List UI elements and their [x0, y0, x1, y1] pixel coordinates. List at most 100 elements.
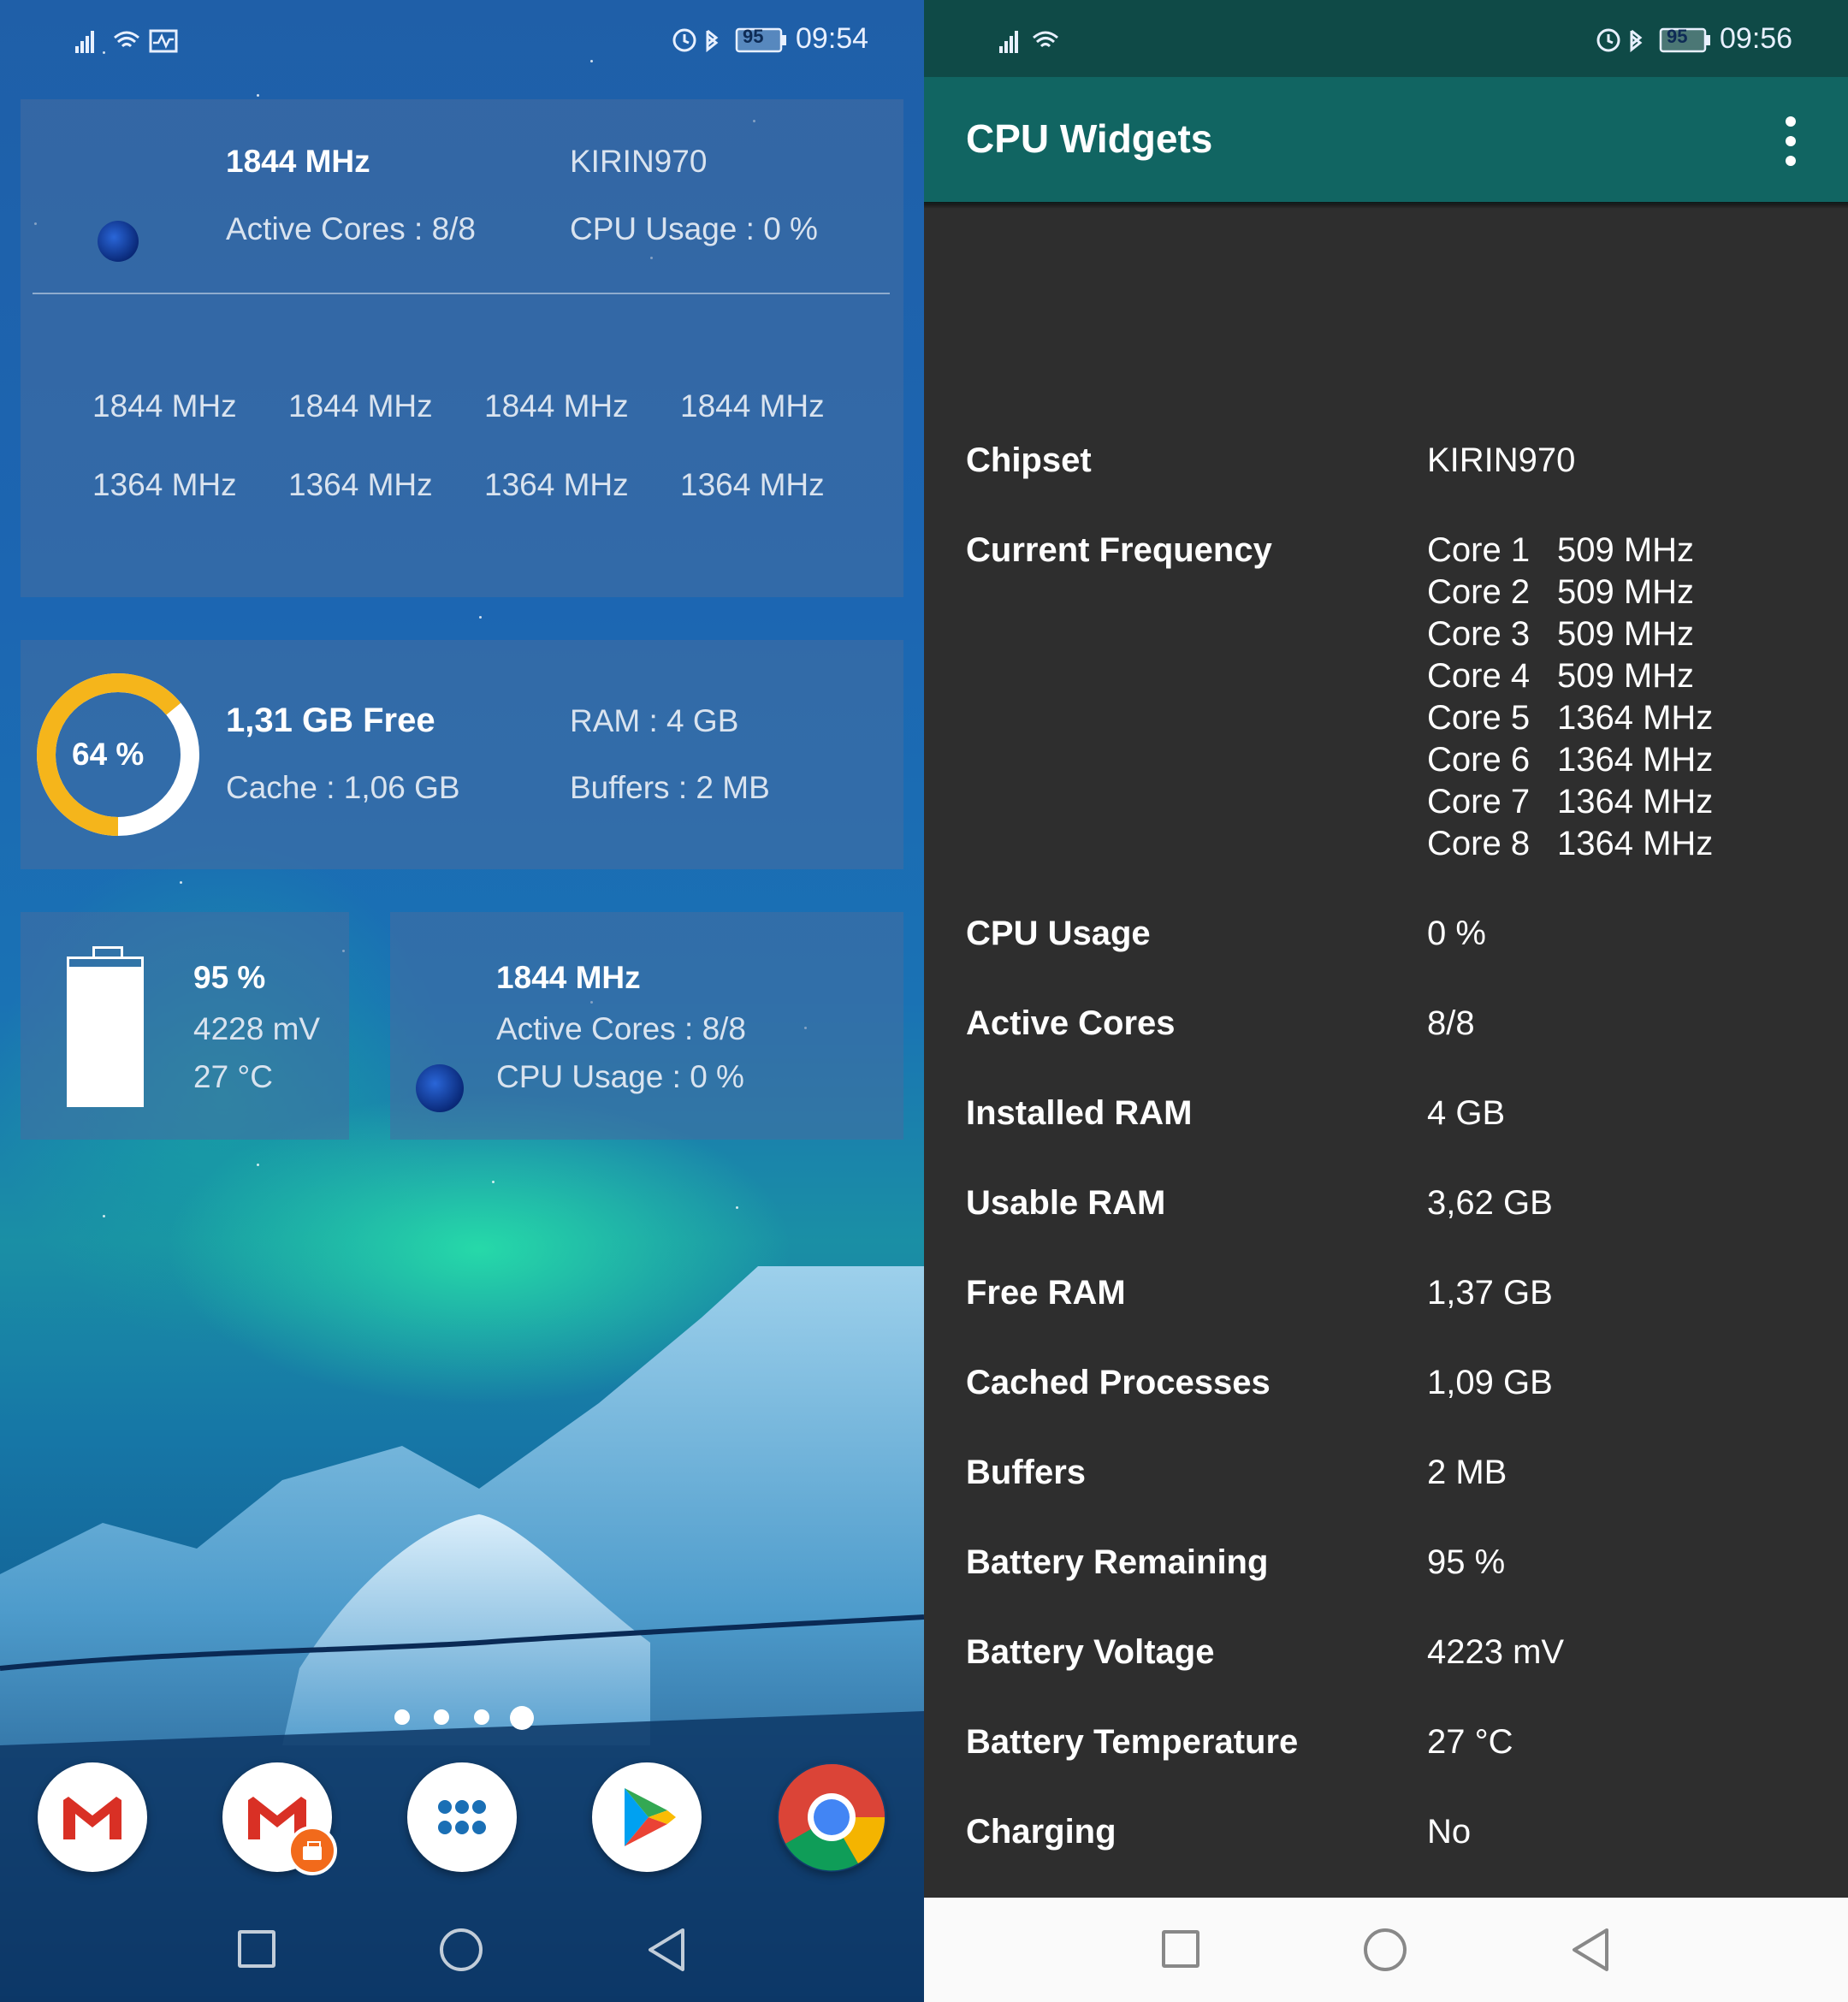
page-dot[interactable]	[394, 1709, 410, 1725]
ram-buffers: Buffers : 2 MB	[570, 770, 770, 805]
installed-ram-label: Installed RAM	[966, 1094, 1193, 1132]
page-dot[interactable]	[434, 1709, 449, 1725]
wifi-icon	[114, 31, 139, 48]
page-dot-active[interactable]	[510, 1706, 534, 1730]
core-name: Core 4	[1427, 657, 1531, 695]
core-freq: 1364 MHz	[680, 467, 825, 502]
ram-widget[interactable]: 64 % 1,31 GB Free RAM : 4 GB Cache : 1,0…	[21, 640, 903, 869]
play-store-icon[interactable]	[592, 1762, 702, 1872]
core-freq: 1364 MHz	[484, 467, 629, 502]
buffers-label: Buffers	[966, 1454, 1087, 1491]
active-cores: Active Cores : 8/8	[226, 211, 477, 246]
active-cores-label: Active Cores	[966, 1004, 1176, 1042]
status-icons-left	[75, 26, 178, 56]
chipset-name: KIRIN970	[570, 144, 708, 179]
free-ram-value: 1,37 GB	[1427, 1274, 1553, 1312]
battery-level-text: 95	[1667, 26, 1688, 47]
core-freq: 1364 MHz	[288, 467, 433, 502]
navigation-bar	[924, 1898, 1848, 2002]
home-button[interactable]	[440, 1928, 483, 1971]
cpu-usage-label: CPU Usage	[966, 915, 1151, 952]
app-bar-shadow	[924, 202, 1848, 209]
core-freq: 1844 MHz	[288, 388, 433, 424]
cpu-usage: CPU Usage : 0 %	[570, 211, 818, 246]
ram-total: RAM : 4 GB	[570, 703, 739, 738]
recents-button[interactable]	[1162, 1930, 1199, 1968]
app-drawer-icon[interactable]	[407, 1762, 517, 1872]
gmail-icon[interactable]	[38, 1762, 147, 1872]
cpu-widget[interactable]: 1844 MHz KIRIN970 Active Cores : 8/8 CPU…	[21, 99, 903, 597]
chrome-icon[interactable]	[777, 1762, 886, 1872]
cpu-usage: CPU Usage : 0 %	[496, 1059, 744, 1094]
status-time: 09:54	[796, 22, 869, 55]
chipset-value: KIRIN970	[1427, 441, 1576, 479]
active-cores-value: 8/8	[1427, 1004, 1475, 1042]
charging-label: Charging	[966, 1813, 1116, 1851]
core-freq: 509 MHz	[1557, 615, 1695, 653]
status-icons-right	[1596, 27, 1710, 53]
ram-cache: Cache : 1,06 GB	[226, 770, 460, 805]
cpu-usage-value: 0 %	[1427, 915, 1486, 952]
cached-processes-label: Cached Processes	[966, 1364, 1270, 1401]
home-screen: 95 09:54 1844 MHz KIRIN970 Active Cores …	[0, 0, 924, 2002]
widget-divider	[33, 293, 890, 294]
usable-ram-value: 3,62 GB	[1427, 1184, 1553, 1222]
status-icons-right	[670, 24, 790, 56]
recents-button[interactable]	[238, 1930, 275, 1968]
core-freq: 509 MHz	[1557, 573, 1695, 611]
battery-graphic	[67, 957, 144, 1107]
cpu-widgets-app: 95 09:56 CPU Widgets Chipset KIRIN970 Cu…	[924, 0, 1848, 2002]
core-freq: 1364 MHz	[1557, 741, 1714, 779]
core-freq: 1844 MHz	[92, 388, 237, 424]
signal-icon	[999, 31, 1018, 53]
free-ram-label: Free RAM	[966, 1274, 1126, 1312]
core-name: Core 6	[1427, 741, 1531, 779]
battery-temperature-value: 27 °C	[1427, 1723, 1513, 1761]
battery-temperature: 27 °C	[193, 1059, 273, 1094]
core-freq: 1364 MHz	[1557, 783, 1714, 820]
ram-percent: 64 %	[72, 737, 145, 772]
app-title: CPU Widgets	[966, 116, 1213, 161]
bluetoothicon	[706, 29, 719, 53]
briefcase-badge-icon	[287, 1826, 337, 1875]
core-name: Core 1	[1427, 531, 1531, 569]
battery-widget[interactable]: 95 % 4228 mV 27 °C	[21, 912, 349, 1140]
cpu-status-dot	[416, 1064, 464, 1112]
battery-voltage-label: Battery Voltage	[966, 1633, 1215, 1671]
back-button[interactable]	[645, 1927, 688, 1973]
home-button[interactable]	[1364, 1928, 1407, 1971]
core-freq: 509 MHz	[1557, 531, 1695, 569]
cpu-status-dot	[98, 221, 139, 262]
battery-percent: 95 %	[193, 960, 266, 995]
core-freq: 1844 MHz	[680, 388, 825, 424]
core-name: Core 3	[1427, 615, 1531, 653]
wifi-icon	[1033, 31, 1058, 48]
core-freq: 1364 MHz	[1557, 699, 1714, 737]
battery-level-text: 95	[743, 26, 764, 47]
page-dot[interactable]	[474, 1709, 489, 1725]
core-freq: 1364 MHz	[1557, 825, 1714, 862]
core-name: Core 8	[1427, 825, 1531, 862]
current-frequency-label: Current Frequency	[966, 531, 1272, 569]
charging-value: No	[1427, 1813, 1472, 1851]
cached-processes-value: 1,09 GB	[1427, 1364, 1553, 1401]
active-cores: Active Cores : 8/8	[496, 1011, 747, 1046]
chipset-label: Chipset	[966, 441, 1092, 479]
cpu-mini-widget[interactable]: 1844 MHz Active Cores : 8/8 CPU Usage : …	[390, 912, 903, 1140]
cpu-freq: 1844 MHz	[226, 144, 370, 179]
core-freq: 509 MHz	[1557, 657, 1695, 695]
buffers-value: 2 MB	[1427, 1454, 1507, 1491]
core-name: Core 5	[1427, 699, 1531, 737]
core-freq: 1844 MHz	[484, 388, 629, 424]
battery-remaining-label: Battery Remaining	[966, 1543, 1269, 1581]
status-bar: 95 09:56	[924, 0, 1848, 77]
back-button[interactable]	[1569, 1927, 1612, 1973]
gmail-work-icon[interactable]	[222, 1762, 337, 1875]
installed-ram-value: 4 GB	[1427, 1094, 1506, 1132]
usable-ram-label: Usable RAM	[966, 1184, 1166, 1222]
battery-voltage: 4228 mV	[193, 1011, 321, 1046]
status-time: 09:56	[1720, 22, 1793, 55]
core-freq: 1364 MHz	[92, 467, 237, 502]
overflow-menu-icon[interactable]	[1778, 113, 1804, 169]
battery-voltage-value: 4223 mV	[1427, 1633, 1565, 1671]
